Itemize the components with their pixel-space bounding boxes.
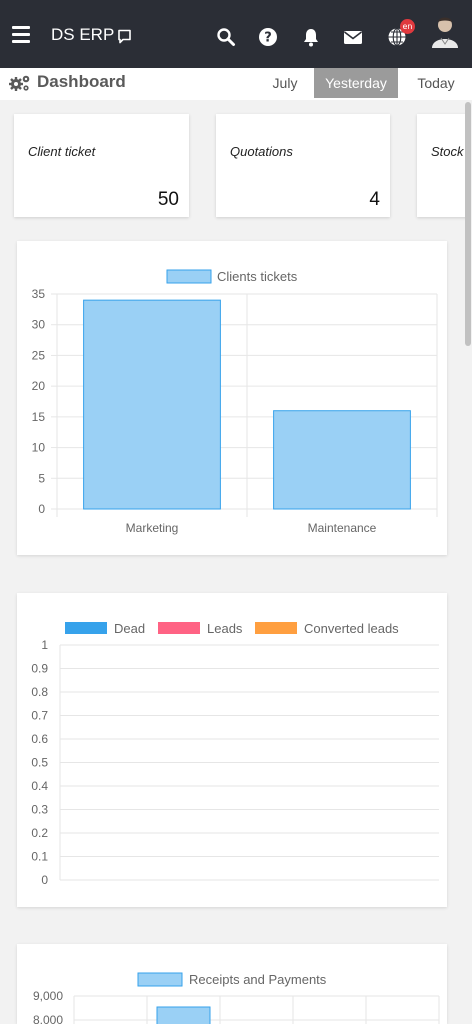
y-tick-label: 0.1	[31, 850, 48, 864]
y-tick-label: 9,000	[33, 989, 63, 1003]
period-tab-today[interactable]: Today	[410, 68, 462, 98]
kpi-label: Client ticket	[28, 144, 96, 159]
y-tick-label: 0.4	[31, 779, 48, 793]
y-tick-label: 0	[38, 502, 45, 516]
y-tick-label: 30	[32, 318, 46, 332]
y-tick-label: 0.6	[31, 732, 48, 746]
chart-card-receipts-payments: 9,000 8,000 Receipts and Payments	[17, 944, 447, 1024]
y-tick-label: 0.9	[31, 662, 48, 676]
bell-icon[interactable]	[301, 27, 321, 47]
y-tick-label: 0.7	[31, 709, 48, 723]
kpi-card-stock[interactable]: Stock	[417, 114, 472, 217]
y-tick-label: 0.2	[31, 826, 48, 840]
chart-card-clients-tickets: 0 5 10 15 20 25 30 35 Marketing Maintenance Client…	[17, 241, 447, 555]
avatar[interactable]	[430, 14, 460, 48]
gears-icon	[9, 75, 30, 91]
legend-swatch	[158, 622, 200, 634]
legend-label: Clients tickets	[217, 269, 298, 284]
y-tick-label: 0	[41, 873, 48, 887]
legend-swatch	[255, 622, 297, 634]
y-tick-label: 0.8	[31, 685, 48, 699]
legend-swatch	[166, 269, 212, 284]
y-tick-label: 35	[32, 287, 46, 301]
x-tick-label: Maintenance	[308, 521, 377, 535]
mail-icon[interactable]	[343, 27, 363, 47]
chat-icon[interactable]	[117, 29, 132, 44]
chart-card-leads: 0 0.1 0.2 0.3 0.4 0.5 0.6 0.7 0.8 0.9 1 Dead Leads Co…	[17, 593, 447, 907]
x-tick-label: Marketing	[126, 521, 179, 535]
clients-tickets-chart: 0 5 10 15 20 25 30 35 Marketing Maintenance Client…	[32, 269, 438, 535]
y-tick-label: 25	[32, 348, 46, 362]
help-icon[interactable]: ?	[258, 27, 278, 47]
y-tick-label: 8,000	[33, 1013, 63, 1024]
kpi-card-client-ticket[interactable]: Client ticket 50	[14, 114, 189, 217]
legend-swatch	[65, 622, 107, 634]
y-tick-label: 20	[32, 379, 46, 393]
kpi-card-quotations[interactable]: Quotations 4	[216, 114, 390, 217]
scrollbar-thumb[interactable]	[465, 102, 471, 346]
svg-text:?: ?	[264, 31, 272, 46]
brand-title[interactable]: DS ERP	[51, 25, 114, 45]
period-tab-yesterday[interactable]: Yesterday	[314, 68, 398, 98]
kpi-label: Quotations	[230, 144, 293, 159]
y-tick-label: 0.3	[31, 803, 48, 817]
page-title: Dashboard	[37, 72, 126, 91]
bar	[83, 299, 221, 510]
y-tick-label: 15	[32, 410, 46, 424]
y-tick-label: 0.5	[31, 756, 48, 770]
language-badge: en	[400, 19, 415, 34]
search-icon[interactable]	[216, 27, 236, 47]
receipts-payments-chart: 9,000 8,000 Receipts and Payments	[33, 972, 440, 1024]
legend-label: Leads	[207, 621, 243, 636]
legend-label: Dead	[114, 621, 145, 636]
kpi-label: Stock	[431, 144, 464, 159]
leads-chart: 0 0.1 0.2 0.3 0.4 0.5 0.6 0.7 0.8 0.9 1 Dead Leads Co…	[31, 621, 439, 887]
period-tab-july[interactable]: July	[264, 68, 306, 98]
kpi-value: 4	[369, 189, 380, 210]
y-tick-label: 10	[32, 441, 46, 455]
y-tick-label: 5	[38, 471, 45, 485]
bar	[156, 1006, 211, 1024]
kpi-value: 50	[157, 189, 179, 210]
y-tick-label: 1	[41, 638, 48, 652]
menu-icon[interactable]	[12, 26, 30, 43]
legend-label: Receipts and Payments	[189, 972, 327, 987]
legend-swatch	[137, 972, 183, 987]
bar	[273, 410, 411, 510]
legend-label: Converted leads	[304, 621, 399, 636]
